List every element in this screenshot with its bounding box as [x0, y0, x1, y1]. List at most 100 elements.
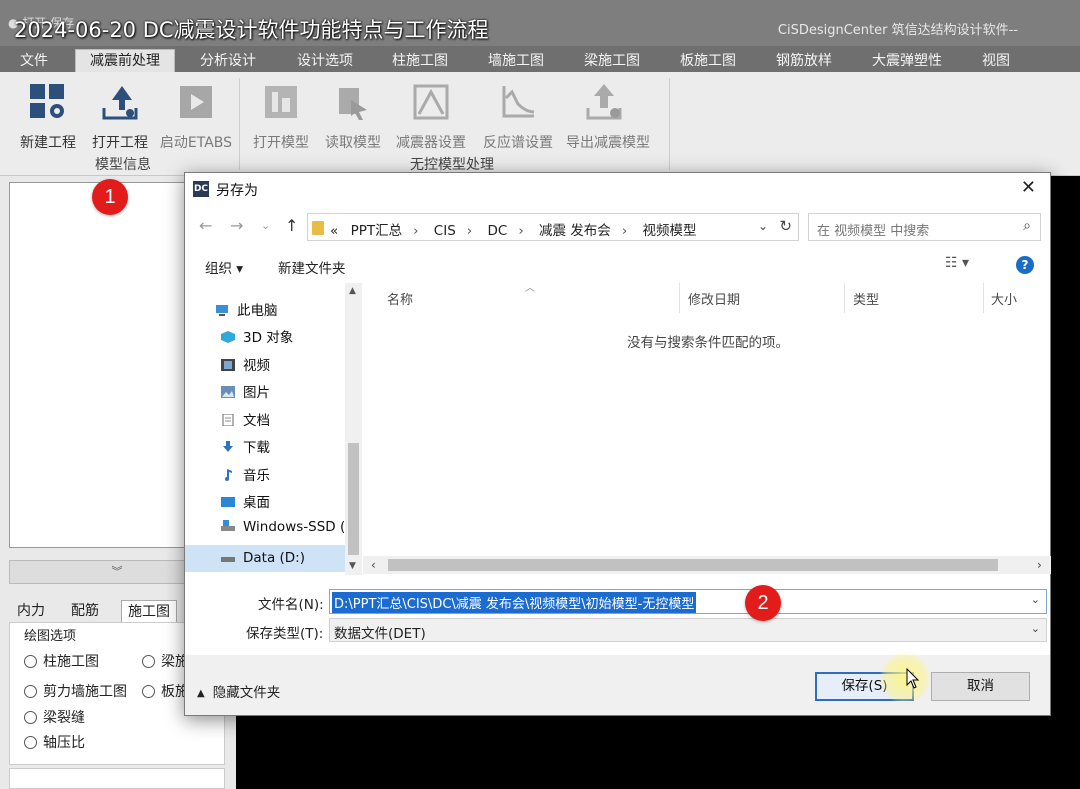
group-model-info: 模型信息: [95, 157, 151, 173]
menu-bar: 文件 减震前处理 分析设计 设计选项 柱施工图 墙施工图 梁施工图 板施工图 钢…: [0, 46, 1080, 72]
column-name[interactable]: 名称: [387, 289, 413, 308]
ribbon-separator: [669, 78, 670, 170]
menu-rebar-detailing[interactable]: 钢筋放样: [776, 50, 832, 70]
recent-dropdown-icon[interactable]: ⌄: [261, 219, 270, 232]
cancel-button[interactable]: 取消: [931, 672, 1030, 701]
computer-icon: [216, 305, 228, 316]
read-model-button[interactable]: 读取模型: [315, 82, 391, 152]
tab-reinforcement[interactable]: 配筋: [71, 600, 99, 622]
nav-this-pc[interactable]: 此电脑: [215, 299, 278, 319]
back-arrow-icon[interactable]: ←: [199, 216, 212, 235]
new-folder-button[interactable]: 新建文件夹: [278, 257, 346, 277]
filename-input[interactable]: D:\PPT汇总\CIS\DC\减震 发布会\视频模型\初始模型-无控模型 ⌄: [329, 589, 1047, 614]
nav-scrollbar[interactable]: ▲ ▼: [345, 283, 362, 575]
damper-settings-button[interactable]: 减震器设置: [393, 82, 469, 152]
app-title-bar: ● 打开 保存 2024-06-20 DC减震设计软件功能特点与工作流程 CiS…: [0, 0, 1080, 46]
export-damping-model-button[interactable]: 导出减震模型: [566, 82, 650, 152]
drive-icon: [221, 557, 235, 562]
address-bar[interactable]: « PPT汇总 › CIS › DC › 减震 发布会 › 视频模型 ⌄ ↻: [307, 213, 799, 241]
tab-internal-force[interactable]: 内力: [17, 600, 45, 622]
filetype-select[interactable]: 数据文件(DET) ⌄: [329, 618, 1047, 642]
menu-design-options[interactable]: 设计选项: [297, 50, 353, 70]
nav-windows-ssd[interactable]: Windows-SSD (: [221, 519, 345, 535]
file-fields: 文件名(N): D:\PPT汇总\CIS\DC\减震 发布会\视频模型\初始模型…: [185, 587, 1050, 643]
chevron-down-icon[interactable]: ⌄: [1031, 622, 1040, 635]
scroll-right-icon[interactable]: ›: [1037, 558, 1042, 572]
ribbon: 新建工程 打开工程 启动ETABS 打开模型 读取模型 减震器设置 反应谱设置 …: [0, 72, 1080, 176]
option-axial-ratio[interactable]: 轴压比: [24, 732, 85, 752]
menu-view[interactable]: 视图: [982, 50, 1010, 70]
option-beam-crack[interactable]: 梁裂缝: [24, 707, 85, 727]
hscroll-thumb[interactable]: [388, 559, 998, 571]
scroll-thumb[interactable]: [348, 443, 359, 555]
app-name: CiSDesignCenter 筑信达结构设计软件--: [777, 23, 1018, 38]
address-row: ← → ⌄ ↑ « PPT汇总 › CIS › DC › 减震 发布会 › 视频模型 ⌄…: [185, 211, 1050, 241]
tab-construction-drawing[interactable]: 施工图: [121, 600, 177, 622]
nav-3d-objects[interactable]: 3D 对象: [221, 326, 293, 346]
search-input[interactable]: 在 视频模型 中搜索 ⌕: [808, 213, 1041, 241]
open-model-button[interactable]: 打开模型: [243, 82, 319, 152]
step-badge-2: 2: [745, 585, 781, 621]
column-type[interactable]: 类型: [853, 289, 879, 308]
organize-button[interactable]: 组织 ▾: [205, 257, 243, 277]
breadcrumb-ppt[interactable]: PPT汇总: [351, 223, 403, 239]
menu-wall-drawings[interactable]: 墙施工图: [488, 50, 544, 70]
dialog-title-bar: DC 另存为 ✕: [185, 173, 1050, 204]
step-badge-1: 1: [92, 179, 128, 215]
launch-etabs-button[interactable]: 启动ETABS: [158, 82, 234, 152]
nav-documents[interactable]: 文档: [221, 409, 270, 429]
breadcrumb-cis[interactable]: CIS: [434, 223, 456, 239]
refresh-icon[interactable]: ↻: [779, 217, 792, 235]
nav-pictures[interactable]: 图片: [221, 381, 270, 401]
menu-analysis-design[interactable]: 分析设计: [200, 50, 256, 70]
new-project-button[interactable]: 新建工程: [10, 82, 86, 152]
chevron-up-icon: ▲: [197, 688, 205, 699]
menu-column-drawings[interactable]: 柱施工图: [392, 50, 448, 70]
app-icon: DC: [193, 181, 209, 197]
response-spectrum-button[interactable]: 反应谱设置: [480, 82, 556, 152]
scroll-left-icon[interactable]: ‹: [371, 558, 376, 572]
menu-slab-drawings[interactable]: 板施工图: [680, 50, 736, 70]
breadcrumb-video-model[interactable]: 视频模型: [643, 223, 697, 239]
option-shearwall-drawing[interactable]: 剪力墙施工图: [24, 681, 127, 701]
breadcrumb: « PPT汇总 › CIS › DC › 减震 发布会 › 视频模型: [330, 223, 697, 239]
column-size[interactable]: 大小: [991, 289, 1017, 308]
folder-icon: [312, 221, 324, 235]
scroll-down-icon[interactable]: ▼: [349, 561, 356, 571]
open-project-button[interactable]: 打开工程: [82, 82, 158, 152]
model-tree[interactable]: [9, 182, 189, 548]
close-icon[interactable]: ✕: [1021, 177, 1036, 198]
help-icon[interactable]: ?: [1016, 256, 1034, 274]
picture-icon: [221, 386, 235, 398]
column-divider[interactable]: [679, 283, 680, 313]
search-icon: ⌕: [1023, 218, 1031, 234]
menu-beam-drawings[interactable]: 梁施工图: [584, 50, 640, 70]
menu-file[interactable]: 文件: [20, 50, 48, 70]
view-options-icon[interactable]: ☷ ▾: [945, 255, 969, 271]
scroll-up-icon[interactable]: ▲: [349, 286, 356, 296]
column-modified[interactable]: 修改日期: [688, 289, 740, 308]
read-model-icon: [339, 88, 367, 120]
desktop-icon: [221, 497, 235, 507]
option-column-drawing[interactable]: 柱施工图: [24, 651, 99, 671]
up-arrow-icon[interactable]: ↑: [285, 216, 298, 235]
nav-desktop[interactable]: 桌面: [221, 491, 270, 511]
option-beam-drawing[interactable]: 梁施: [142, 651, 189, 671]
hide-folders-toggle[interactable]: ▲ 隐藏文件夹: [197, 681, 280, 701]
menu-damping-preprocess[interactable]: 减震前处理: [75, 49, 175, 72]
column-divider[interactable]: [844, 283, 845, 313]
breadcrumb-dc[interactable]: DC: [487, 223, 507, 239]
menu-elastoplastic[interactable]: 大震弹塑性: [872, 50, 942, 70]
forward-arrow-icon[interactable]: →: [230, 216, 243, 235]
nav-data-d[interactable]: Data (D:): [185, 545, 345, 572]
nav-videos[interactable]: 视频: [221, 354, 270, 374]
nav-music[interactable]: 音乐: [221, 464, 270, 484]
chevron-down-icon[interactable]: ⌄: [758, 219, 768, 233]
option-slab-drawing[interactable]: 板施: [142, 681, 189, 701]
column-divider[interactable]: [983, 283, 984, 313]
file-list-hscrollbar[interactable]: ‹ ›: [363, 556, 1051, 574]
nav-downloads[interactable]: 下载: [221, 436, 270, 456]
file-list: 名称 ︿ 修改日期 类型 大小 没有与搜索条件匹配的项。: [363, 281, 1051, 549]
chevron-down-icon[interactable]: ⌄: [1031, 593, 1040, 606]
breadcrumb-launch[interactable]: 减震 发布会: [539, 223, 611, 239]
